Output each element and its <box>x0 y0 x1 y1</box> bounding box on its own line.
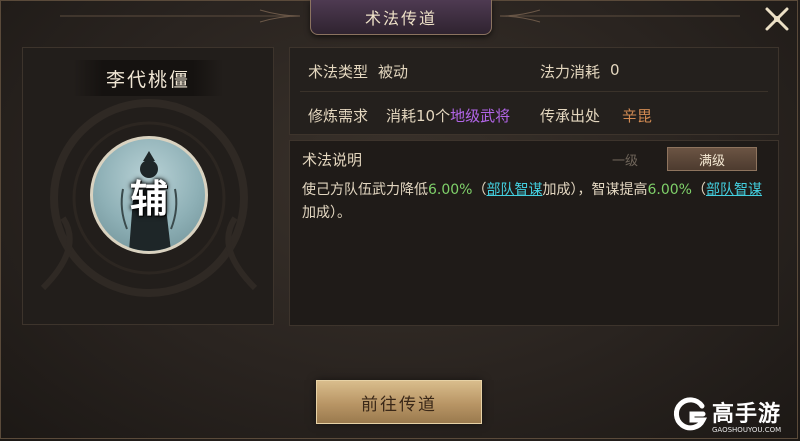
close-icon <box>765 7 789 31</box>
description-header: 术法说明 <box>302 151 363 169</box>
desc-part: （ <box>691 182 706 198</box>
portrait-frame: 辅 <box>90 136 208 254</box>
origin-label: 传承出处 <box>540 107 601 125</box>
desc-part: 加成）。 <box>302 205 351 221</box>
gaoshouyou-logo-icon <box>673 397 708 431</box>
cost-value: 0 <box>610 61 620 79</box>
character-panel: 李代桃僵 辅 <box>22 47 274 325</box>
skill-info-panel: 术法类型 被动 法力消耗 0 修炼需求 消耗10个地级武将 传承出处 辛毘 <box>289 47 779 135</box>
requirement-value: 消耗10个地级武将 <box>386 105 510 126</box>
watermark: 高手游 GAOSHOUYOU.COM <box>672 396 798 440</box>
type-value: 被动 <box>378 63 409 81</box>
description-text: 使己方队伍武力降低6.00%（部队智谋加成），智谋提高6.00%（部队智谋加成）… <box>302 179 767 225</box>
desc-link[interactable]: 部队智谋 <box>486 182 542 198</box>
requirement-label: 修炼需求 <box>308 107 369 125</box>
requirement-highlight: 地级武将 <box>450 107 511 125</box>
watermark-name: 高手游 <box>712 402 782 427</box>
desc-part: 使己方队伍武力降低 <box>302 182 428 198</box>
desc-part: 加成），智谋提高 <box>542 182 648 198</box>
description-panel: 术法说明 一级 满级 使己方队伍武力降低6.00%（部队智谋加成），智谋提高6.… <box>289 140 779 326</box>
tab-level-1[interactable]: 一级 <box>580 147 670 171</box>
title-ornament-right <box>500 9 740 23</box>
desc-part: （ <box>472 182 487 198</box>
cost-label: 法力消耗 <box>540 63 601 81</box>
desc-value: 6.00% <box>428 182 473 198</box>
row-divider <box>300 91 768 92</box>
watermark-domain: GAOSHOUYOU.COM <box>712 426 782 434</box>
requirement-prefix: 消耗10个 <box>386 107 451 125</box>
close-button[interactable] <box>762 4 792 34</box>
title-ornament-left <box>60 9 300 23</box>
desc-link[interactable]: 部队智谋 <box>706 182 762 198</box>
desc-value: 6.00% <box>647 182 692 198</box>
window-title: 术法传道 <box>310 0 492 35</box>
go-to-transmit-button[interactable]: 前往传道 <box>316 380 482 424</box>
tab-max-level[interactable]: 满级 <box>667 147 757 171</box>
origin-value: 辛毘 <box>622 107 653 125</box>
role-badge: 辅 <box>129 176 168 221</box>
skill-name: 李代桃僵 <box>73 60 223 96</box>
type-label: 术法类型 <box>308 63 369 81</box>
portrait: 辅 <box>90 136 208 254</box>
